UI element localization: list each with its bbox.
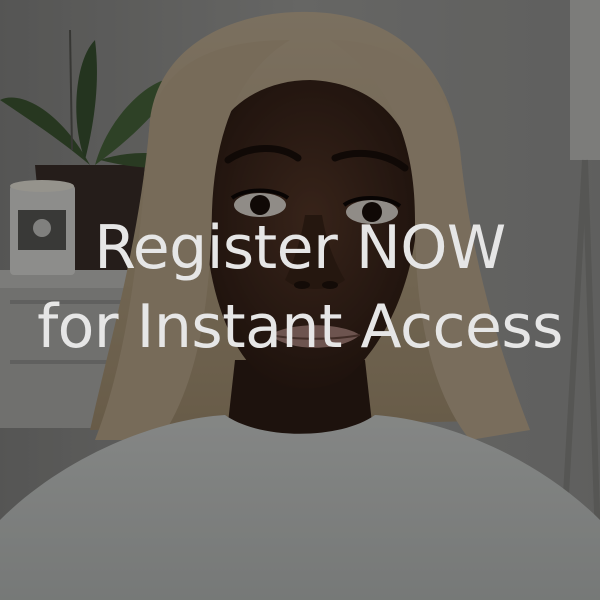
hero-image[interactable]: Register NOW for Instant Access [0, 0, 600, 600]
register-cta-link[interactable]: Register NOW for Instant Access [0, 205, 600, 363]
cta-line-register: Register NOW [94, 213, 506, 283]
cta-line-access: for Instant Access [37, 292, 563, 362]
